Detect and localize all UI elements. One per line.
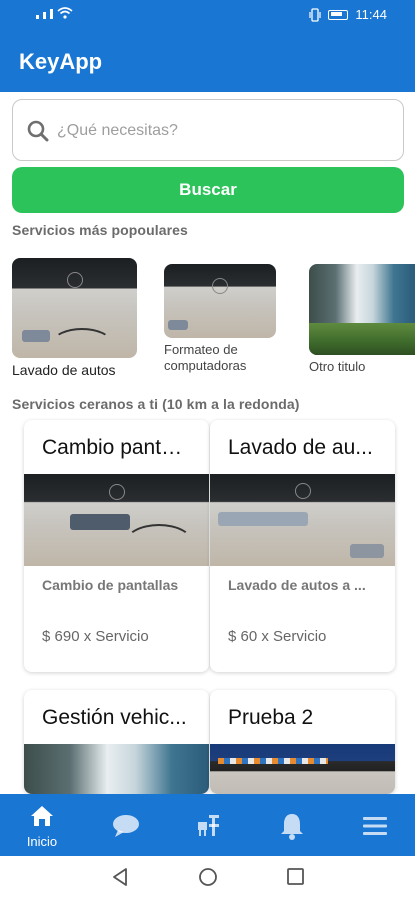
service-photo (24, 474, 209, 566)
signal-bar-icon (43, 12, 46, 19)
back-icon[interactable] (110, 866, 130, 888)
service-card-title: Lavado de au... (228, 436, 373, 459)
nav-item-inicio[interactable]: Inicio (12, 794, 72, 856)
service-card[interactable]: Lavado de au... Lavado de autos a ... $ … (210, 420, 395, 672)
bell-icon (281, 814, 303, 840)
home-circle-icon[interactable] (197, 866, 219, 888)
nav-item-chat[interactable] (96, 794, 156, 856)
service-card-description: Lavado de autos a ... (228, 577, 366, 593)
popular-item[interactable]: Lavado de autos (12, 258, 137, 378)
clock: 11:44 (355, 7, 387, 22)
service-photo (12, 258, 137, 358)
status-bar: 11:44 (0, 0, 415, 32)
app-bar: KeyApp (0, 32, 415, 92)
device-shape (22, 330, 50, 342)
service-card-price: $ 690 x Servicio (42, 628, 149, 645)
service-photo (24, 744, 209, 794)
device-shape (70, 514, 130, 530)
vibrate-icon (309, 7, 322, 22)
search-icon (27, 120, 49, 142)
popular-item[interactable]: Otro titulo (309, 264, 415, 375)
nav-item-menu[interactable] (345, 794, 405, 856)
service-photo (210, 744, 395, 794)
service-card-title: Gestión vehic... (42, 706, 187, 729)
service-photo (210, 474, 395, 566)
nav-label: Inicio (26, 834, 58, 849)
wifi-icon (57, 7, 73, 19)
bottom-navigation: Inicio (0, 794, 415, 856)
popular-item-label: Formateo de computadoras (164, 342, 247, 373)
app-title: KeyApp (19, 49, 103, 74)
recents-icon[interactable] (286, 867, 306, 887)
hp-logo-icon (212, 278, 228, 295)
cable-shape (124, 524, 194, 564)
device-shape (168, 320, 188, 330)
service-card-description: Cambio de pantallas (42, 577, 179, 593)
service-card[interactable]: Cambio pantalla... Cambio de pantallas $… (24, 420, 209, 672)
search-button[interactable]: Buscar (12, 167, 404, 213)
popular-item-label: Lavado de autos (12, 362, 116, 378)
cable-shape (52, 328, 112, 358)
service-card-title: Prueba 2 (228, 706, 314, 729)
service-card-price: $ 60 x Servicio (228, 628, 327, 645)
service-card[interactable]: Prueba 2 (210, 690, 395, 794)
signal-indicators (36, 7, 73, 19)
popular-item-label: Otro titulo (309, 359, 366, 374)
hp-logo-icon (66, 272, 83, 288)
battery-icon (328, 9, 349, 20)
popular-item[interactable]: Formateo de computadoras (164, 264, 276, 374)
menu-icon (363, 817, 387, 835)
signal-bar-icon (50, 9, 53, 19)
device-shape (218, 512, 308, 526)
search-input[interactable] (57, 112, 387, 150)
hp-logo-icon (294, 482, 311, 499)
foliage-shape (309, 323, 415, 355)
hp-logo-icon (108, 484, 125, 501)
services-icon (198, 815, 219, 836)
search-box[interactable] (12, 99, 404, 161)
service-photo (164, 264, 276, 338)
nav-item-services[interactable] (178, 794, 238, 856)
home-icon (31, 806, 53, 826)
signal-bar-icon (36, 15, 39, 19)
service-card[interactable]: Gestión vehic... (24, 690, 209, 794)
service-card-title: Cambio pantalla... (42, 436, 209, 459)
nav-item-notifications[interactable] (262, 794, 322, 856)
taskbar-shape (218, 758, 328, 765)
device-shape (350, 544, 384, 558)
service-photo (309, 264, 415, 355)
system-navigation-bar (0, 856, 415, 900)
status-right: 11:44 (309, 7, 387, 22)
popular-section-title: Servicios más popoulares (12, 222, 188, 238)
nearby-section-title: Servicios ceranos a ti (10 km a la redon… (12, 396, 300, 412)
chat-icon (113, 815, 139, 837)
